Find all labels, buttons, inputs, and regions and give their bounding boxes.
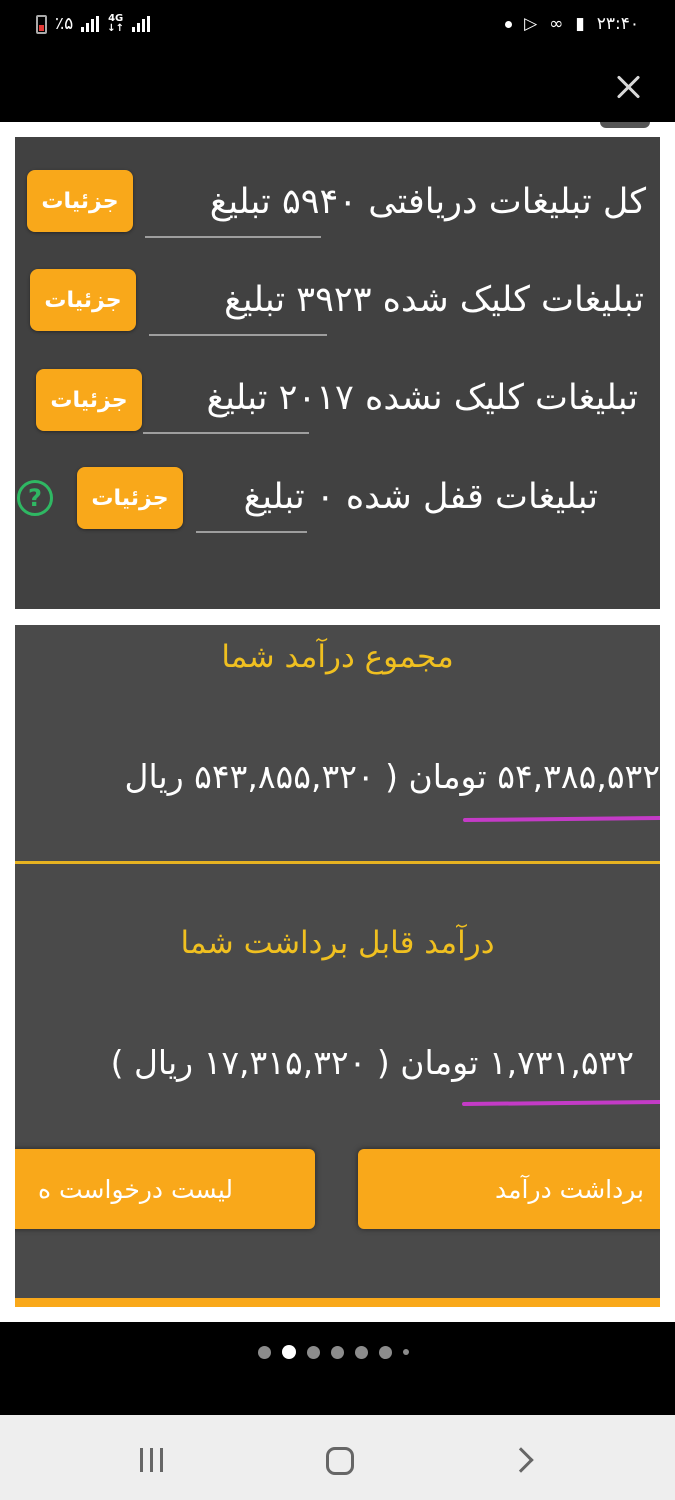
- ad-stat-text: تبلیغات کلیک نشده ۲۰۱۷ تبلیغ: [206, 378, 638, 418]
- page-dot[interactable]: [307, 1345, 320, 1359]
- clock: ۲۳:۴۰: [596, 14, 639, 34]
- page-dot[interactable]: [403, 1349, 409, 1355]
- total-income-amount: ۵۴,۳۸۵,۵۳۲ تومان ( ۵۴۳,۸۵۵,۳۲۰ ریال: [124, 757, 661, 796]
- ad-stat-row: تبلیغات قفل شده ۰ تبلیغ: [244, 464, 598, 530]
- status-bar: ٪۵ 4G ↓↑ ▷ ∞ ▮ ۲۳:۴۰: [0, 0, 675, 50]
- page-dot[interactable]: [331, 1345, 344, 1359]
- ad-stat-row: کل تبلیغات دریافتی ۵۹۴۰ تبلیغ: [210, 169, 646, 235]
- status-left: ٪۵ 4G ↓↑: [36, 13, 151, 34]
- page-dots: [258, 1345, 409, 1359]
- signal-icon: [81, 16, 100, 32]
- app-screen: ٪۵ 4G ↓↑ ▷ ∞ ▮ ۲۳:۴۰ کل تبلیغات دریافتی ۵…: [0, 0, 675, 1500]
- total-income-title: مجموع درآمد شما: [221, 639, 454, 675]
- scroll-knob: [600, 122, 650, 128]
- ad-stat-text: تبلیغات قفل شده ۰ تبلیغ: [243, 477, 598, 517]
- notification-icon: ▮: [575, 14, 585, 34]
- home-icon[interactable]: [326, 1447, 354, 1475]
- withdraw-income-label: برداشت درآمد: [495, 1174, 644, 1204]
- withdraw-requests-label: لیست درخواست ه: [37, 1174, 233, 1204]
- details-button[interactable]: جزئیات: [27, 170, 133, 232]
- page-dot[interactable]: [379, 1345, 392, 1359]
- ad-stat-underline: [149, 334, 327, 336]
- page-indicator: [0, 1322, 675, 1415]
- ad-stat-text: تبلیغات کلیک شده ۳۹۲۳ تبلیغ: [224, 280, 644, 320]
- dialog-content: کل تبلیغات دریافتی ۵۹۴۰ تبلیغ جزئیات تبل…: [0, 122, 675, 1322]
- ad-stat-underline: [145, 236, 321, 238]
- dot-icon: [505, 20, 513, 28]
- withdrawable-income-title: درآمد قابل برداشت شما: [180, 925, 495, 961]
- withdraw-requests-list-button[interactable]: لیست درخواست ه: [15, 1149, 315, 1229]
- ad-stat-text: کل تبلیغات دریافتی ۵۹۴۰ تبلیغ: [209, 182, 646, 222]
- ads-stats-panel: کل تبلیغات دریافتی ۵۹۴۰ تبلیغ جزئیات تبل…: [15, 137, 660, 609]
- page-dot[interactable]: [355, 1345, 368, 1359]
- withdraw-income-button[interactable]: برداشت درآمد: [358, 1149, 660, 1229]
- panel-bottom-bar: [15, 1298, 660, 1307]
- withdrawable-income-highlight: [461, 1099, 660, 1107]
- ad-stat-row: تبلیغات کلیک شده ۳۹۲۳ تبلیغ: [224, 267, 644, 333]
- network-type: 4G: [108, 13, 124, 24]
- income-panel: مجموع درآمد شما ۵۴,۳۸۵,۵۳۲ تومان ( ۵۴۳,۸…: [15, 625, 660, 1307]
- play-store-icon: ▷: [524, 14, 538, 34]
- infinity-icon: ∞: [549, 14, 564, 34]
- recents-icon[interactable]: [140, 1448, 163, 1472]
- back-icon[interactable]: [508, 1447, 534, 1473]
- details-button[interactable]: جزئیات: [77, 467, 183, 529]
- lte-icon: 4G ↓↑: [107, 13, 125, 34]
- income-divider: [15, 861, 660, 864]
- system-nav-bar: [0, 1415, 675, 1500]
- details-button[interactable]: جزئیات: [30, 269, 136, 331]
- battery-percent: ٪۵: [55, 14, 74, 34]
- signal-icon: [132, 16, 151, 32]
- battery-icon: [36, 14, 47, 34]
- dialog-header: [0, 50, 675, 122]
- details-button[interactable]: جزئیات: [36, 369, 142, 431]
- close-icon[interactable]: [615, 74, 641, 100]
- page-dot[interactable]: [258, 1345, 271, 1359]
- ad-stat-row: تبلیغات کلیک نشده ۲۰۱۷ تبلیغ: [206, 365, 638, 431]
- withdrawable-income-amount: ۱,۷۳۱,۵۳۲ تومان ( ۱۷,۳۱۵,۳۲۰ ریال ): [110, 1043, 634, 1082]
- ad-stat-underline: [143, 432, 309, 434]
- ad-stat-underline: [196, 531, 307, 533]
- status-right: ▷ ∞ ▮ ۲۳:۴۰: [505, 14, 639, 34]
- page-dot-active[interactable]: [282, 1345, 296, 1359]
- total-income-highlight: [462, 815, 660, 823]
- help-icon[interactable]: ?: [17, 480, 53, 516]
